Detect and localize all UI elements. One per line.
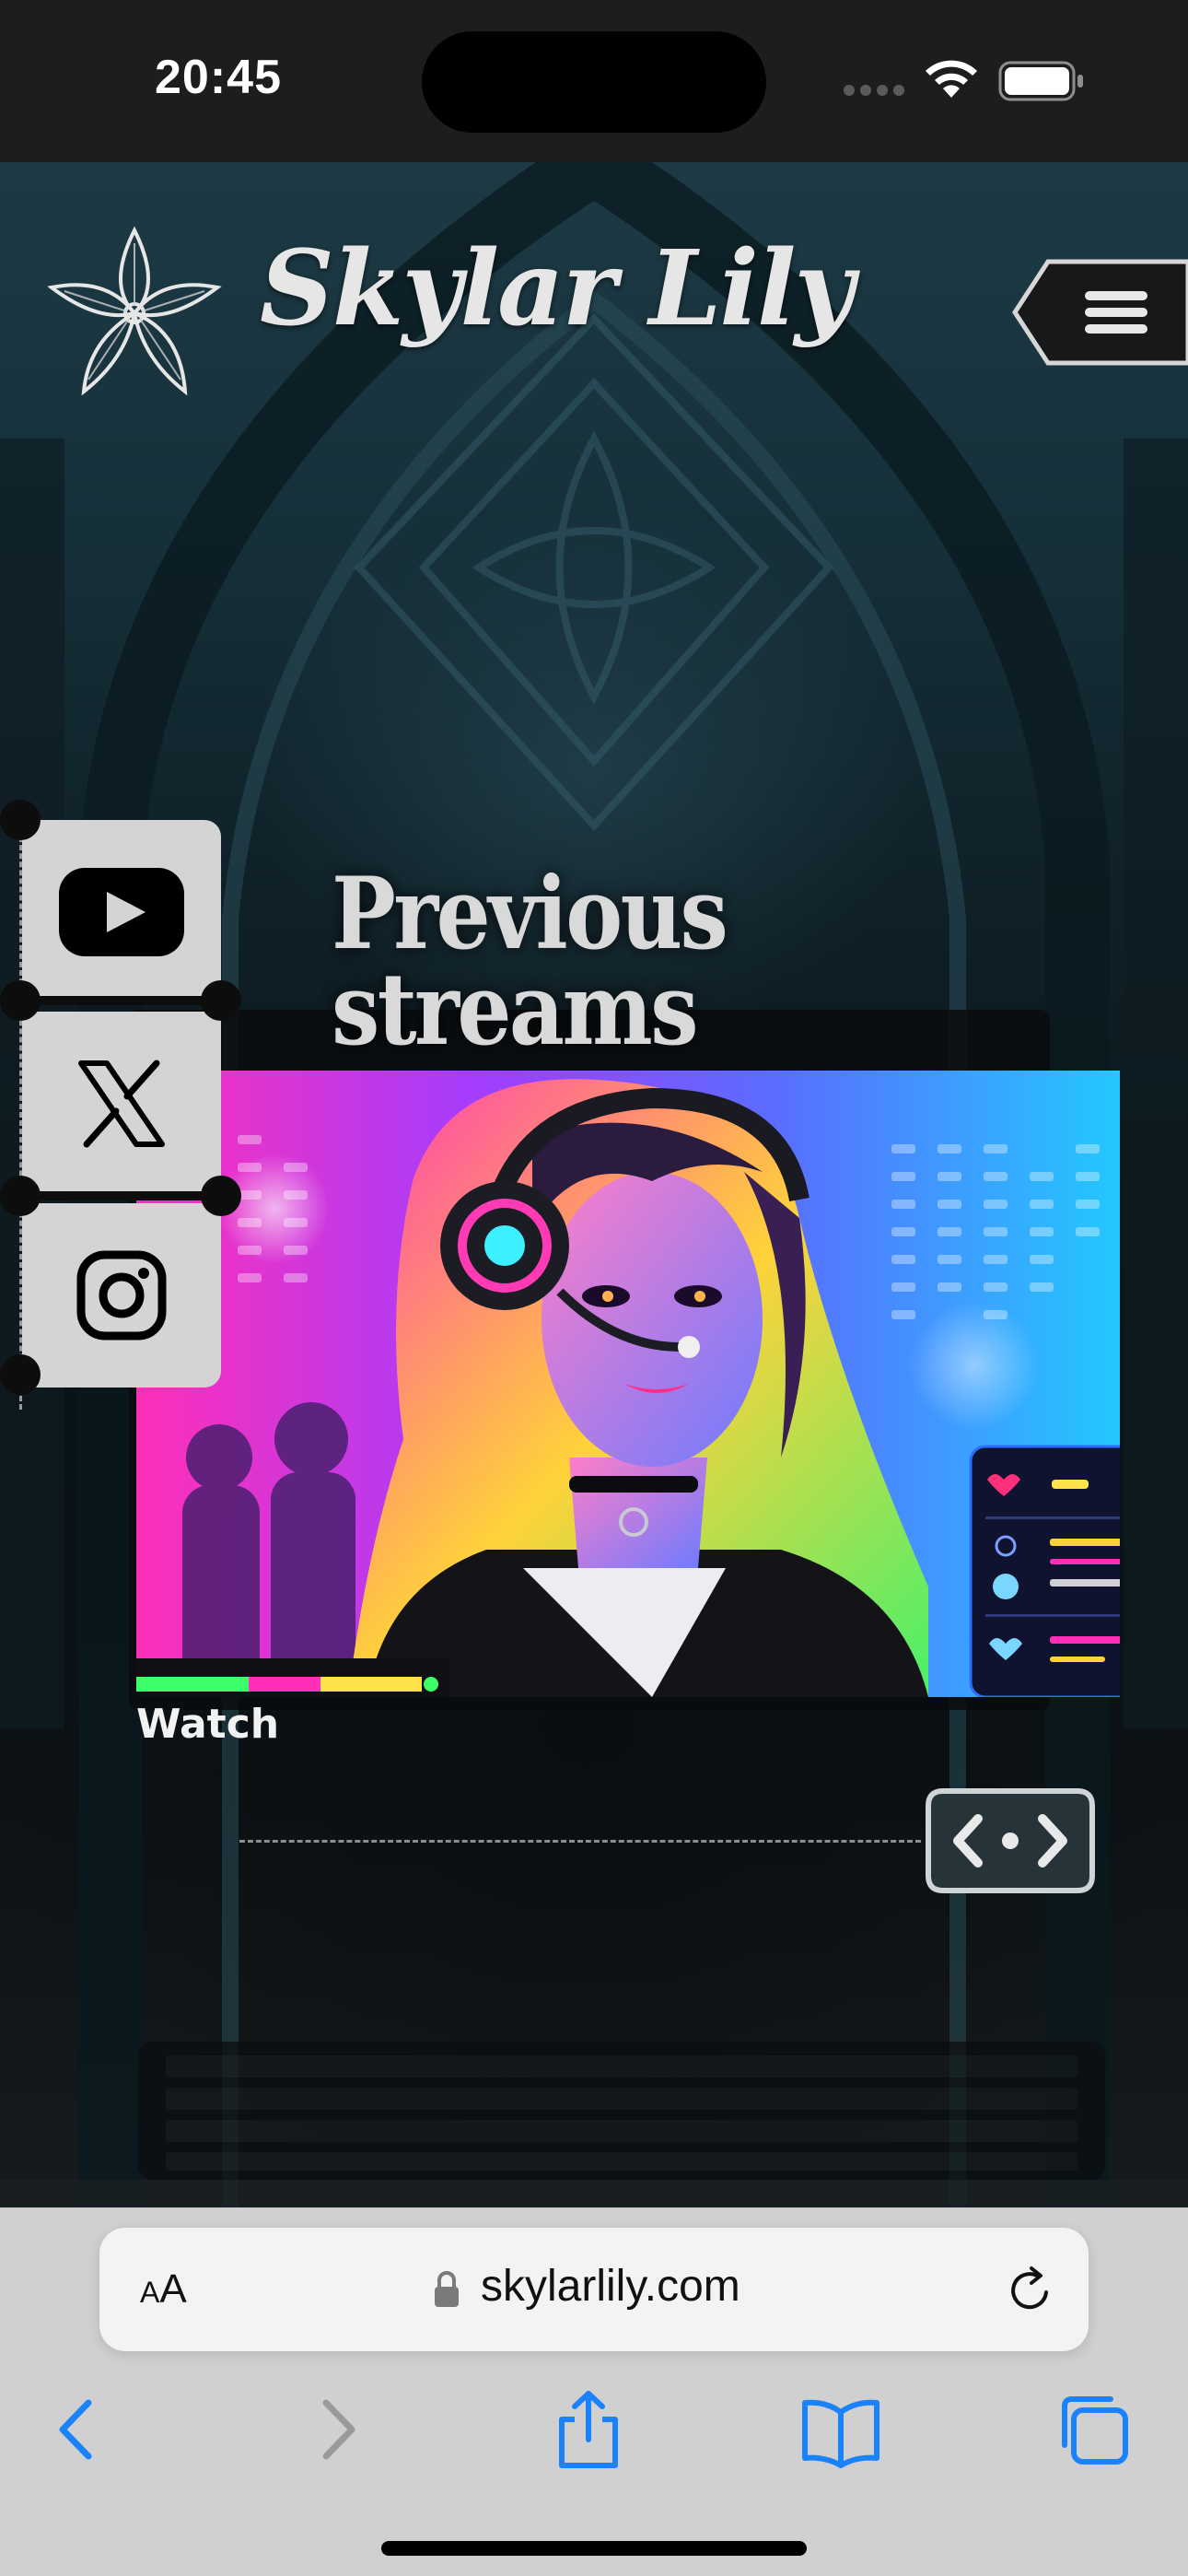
hamburger-icon [1085,291,1147,334]
rail-divider [20,996,223,1005]
dynamic-island [422,31,766,133]
text-size-button[interactable]: AA [140,2266,187,2313]
stream-card[interactable] [136,1071,1120,1697]
dot-indicator [1002,1832,1019,1849]
reload-icon[interactable] [1006,2265,1055,2314]
status-time: 20:45 [155,51,282,104]
watch-link[interactable]: Watch [136,1701,279,1748]
cellular-signal-icon [844,85,904,96]
youtube-icon [59,868,184,956]
address-bar[interactable]: AA skylarlily.com [99,2228,1089,2351]
rail-knob [201,1176,241,1216]
wifi-icon [926,60,977,98]
tabs-icon[interactable] [1052,2388,1135,2471]
rail-knob [0,800,41,840]
rail-knob [0,1354,41,1395]
instagram-link[interactable] [22,1203,221,1388]
x-link[interactable] [22,1012,221,1196]
page: 20:45 Skylar Lily Previous streams Watch… [0,0,1188,2576]
forward-icon[interactable] [295,2388,378,2471]
rail-knob [201,980,241,1021]
youtube-link[interactable] [22,820,221,1004]
battery-icon [998,61,1083,101]
status-bar: 20:45 [0,0,1188,162]
lock-icon [435,2271,459,2307]
bookmarks-icon[interactable] [799,2388,882,2471]
carousel-track [239,1840,921,1843]
carousel-arrows-button[interactable] [921,1784,1100,1898]
safari-bottom-bar: AA skylarlily.com [0,2207,1188,2576]
section-title: Previous streams [332,864,775,1060]
menu-button[interactable] [1011,258,1188,367]
instagram-icon [76,1250,167,1341]
back-icon[interactable] [37,2388,120,2471]
site-logo[interactable]: Skylar Lily [42,221,855,405]
lily-flower-logo-icon [47,226,222,396]
x-icon [78,1060,165,1148]
section-title-line2: streams [332,952,698,1068]
home-indicator [381,2541,807,2556]
stream-thumbnail-image[interactable] [136,1071,1120,1697]
share-icon[interactable] [547,2388,630,2471]
rail-divider [20,1191,223,1200]
url-text: skylarlily.com [481,2262,740,2311]
logo-wordmark: Skylar Lily [260,228,855,349]
